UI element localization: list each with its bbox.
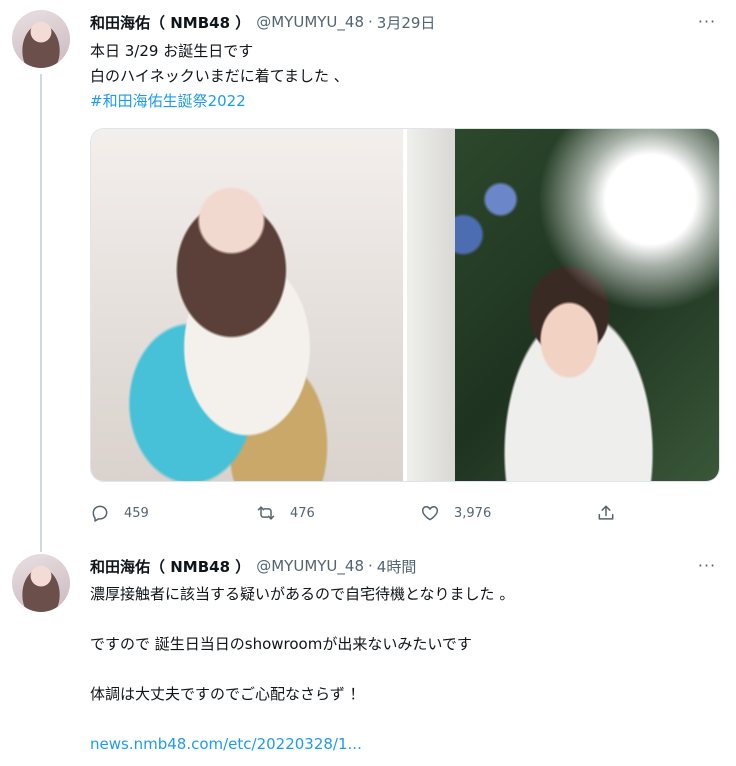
tweet-line: 体調は大丈夫ですのでご心配なさらず ！	[90, 685, 365, 703]
tweet-header: 和田海佑（ NMB48 ） @MYUMYU_48 · 4時間	[90, 554, 416, 578]
tweet-text: 本日 3/29 お誕生日です 白のハイネックいまだに着てました 、 #和田海佑生…	[90, 39, 720, 114]
avatar[interactable]	[12, 10, 70, 68]
more-icon[interactable]: ···	[696, 10, 718, 32]
retweet-count: 476	[290, 505, 315, 521]
timestamp[interactable]: 3月29日	[377, 12, 436, 33]
display-name[interactable]: 和田海佑（ NMB48 ）	[90, 12, 250, 33]
tweet-line: 濃厚接触者に該当する疑いがあるので自宅待機となりました 。	[90, 585, 515, 603]
reply-icon	[92, 505, 108, 522]
share-icon	[598, 505, 614, 520]
tweet[interactable]: 和田海佑（ NMB48 ） @MYUMYU_48 · 3月29日 ··· 本日 …	[0, 0, 736, 552]
hashtag-link[interactable]: #和田海佑生誕祭2022	[90, 89, 720, 114]
reply-button[interactable]: 459	[90, 498, 149, 528]
photo-birthday-cake[interactable]	[91, 129, 403, 481]
display-name[interactable]: 和田海佑（ NMB48 ）	[90, 556, 250, 577]
like-icon	[421, 506, 439, 521]
action-bar: 459 476 3,976	[90, 498, 720, 528]
tweet-header: 和田海佑（ NMB48 ） @MYUMYU_48 · 3月29日	[90, 10, 435, 34]
user-handle[interactable]: @MYUMYU_48	[256, 13, 364, 31]
tweet[interactable]: 和田海佑（ NMB48 ） @MYUMYU_48 · 4時間 ··· 濃厚接触者…	[0, 540, 736, 766]
media-grid	[90, 128, 720, 482]
tweet-line: 本日 3/29 お誕生日です	[90, 42, 254, 60]
like-button[interactable]: 3,976	[420, 498, 491, 528]
photo-childhood[interactable]	[406, 129, 719, 481]
tweet-line: 白のハイネックいまだに着てました 、	[90, 67, 349, 85]
separator: ·	[368, 13, 373, 31]
avatar[interactable]	[12, 554, 70, 612]
retweet-icon	[257, 506, 275, 520]
reply-count: 459	[124, 505, 149, 521]
user-handle[interactable]: @MYUMYU_48	[256, 557, 364, 575]
more-icon[interactable]: ···	[696, 554, 718, 576]
retweet-button[interactable]: 476	[256, 498, 315, 528]
timestamp[interactable]: 4時間	[377, 556, 417, 577]
separator: ·	[368, 557, 373, 575]
tweet-line: ですので 誕生日当日のshowroomが出来ないみたいです	[90, 635, 472, 653]
thread-line	[40, 74, 42, 552]
share-button[interactable]	[596, 498, 616, 528]
external-link[interactable]: news.nmb48.com/etc/20220328/1...	[90, 732, 362, 756]
like-count: 3,976	[454, 505, 492, 521]
